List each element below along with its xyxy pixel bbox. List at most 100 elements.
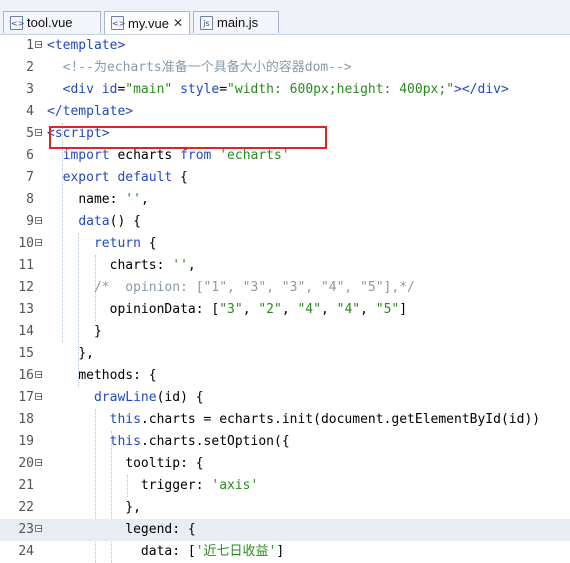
fold-toggle-icon[interactable]: − xyxy=(35,393,43,401)
line-number: 2 xyxy=(26,60,34,75)
code-line[interactable]: 17− drawLine(id) { xyxy=(0,387,570,409)
code-token: "3" xyxy=(219,302,243,317)
line-number: 5 xyxy=(26,126,34,141)
tab-label: my.vue xyxy=(128,15,169,31)
code-token: name: xyxy=(78,192,126,207)
code-token: data xyxy=(78,214,110,229)
line-number: 9 xyxy=(26,214,34,229)
code-text: charts: '', xyxy=(47,255,196,277)
code-text: } xyxy=(47,321,102,343)
code-token: { xyxy=(172,170,188,185)
line-number: 20 xyxy=(18,456,34,471)
code-token: () { xyxy=(109,214,141,229)
code-line[interactable]: 1− <template> xyxy=(0,35,570,57)
code-line[interactable]: 8 name: '', xyxy=(0,189,570,211)
code-token: "4" xyxy=(336,302,361,317)
code-token: this xyxy=(109,434,141,449)
code-line[interactable]: 24 data: ['近七日收益'] xyxy=(0,541,570,563)
code-line[interactable]: 12 /* opinion: ["1", "3", "3", "4", "5"]… xyxy=(0,277,570,299)
code-line[interactable]: 20− tooltip: { xyxy=(0,453,570,475)
code-line[interactable]: 21 trigger: 'axis' xyxy=(0,475,570,497)
code-editor[interactable]: 1− <template> 2 <!--为echarts准备一个具备大小的容器dom… xyxy=(0,35,570,563)
fold-toggle-icon[interactable]: − xyxy=(35,129,43,137)
fold-toggle-icon[interactable]: − xyxy=(35,217,43,225)
line-number: 23 xyxy=(18,522,34,537)
line-number: 4 xyxy=(26,104,34,119)
code-text: <div id="main" style="width: 600px;heigh… xyxy=(47,79,509,101)
code-text: trigger: 'axis' xyxy=(47,475,258,497)
code-line[interactable]: 7 export default { xyxy=(0,167,570,189)
code-token: <template> xyxy=(47,38,126,53)
code-token: '' xyxy=(172,258,188,273)
code-token: , xyxy=(242,302,259,317)
line-number: 11 xyxy=(18,258,34,273)
fold-toggle-icon[interactable]: − xyxy=(35,525,43,533)
code-token: "width: 600px;height: 400px;" xyxy=(227,82,455,97)
code-line[interactable]: 4 </template> xyxy=(0,101,570,123)
fold-toggle-icon[interactable]: − xyxy=(35,371,43,379)
code-line[interactable]: 23− legend: { xyxy=(0,519,570,541)
code-token: "4" xyxy=(297,302,321,317)
code-token: </template> xyxy=(47,104,134,119)
code-token: id xyxy=(101,82,118,97)
fold-toggle-icon[interactable]: − xyxy=(35,239,43,247)
code-line[interactable]: 15 }, xyxy=(0,343,570,365)
code-line[interactable]: 14 } xyxy=(0,321,570,343)
code-text: export default { xyxy=(47,167,188,189)
code-token: opinionData: [ xyxy=(109,302,220,317)
line-number: 16 xyxy=(18,368,34,383)
line-number: 18 xyxy=(18,412,34,427)
editor-tab-bar: <> tool.vue <> my.vue ✕ js main.js xyxy=(0,0,570,35)
close-icon[interactable]: ✕ xyxy=(173,16,183,30)
line-number: 13 xyxy=(18,302,34,317)
code-line[interactable]: 2 <!--为echarts准备一个具备大小的容器dom--> xyxy=(0,57,570,79)
tab-my-vue[interactable]: <> my.vue ✕ xyxy=(104,11,190,34)
line-number: 1 xyxy=(26,38,34,53)
line-number: 10 xyxy=(18,236,34,251)
code-token: from xyxy=(180,148,212,163)
code-text: }, xyxy=(47,343,94,365)
line-number: 8 xyxy=(26,192,34,207)
code-token: export default xyxy=(62,170,173,185)
line-number: 6 xyxy=(26,148,34,163)
code-line[interactable]: 22 }, xyxy=(0,497,570,519)
tab-tool-vue[interactable]: <> tool.vue xyxy=(3,11,101,33)
code-line[interactable]: 3 <div id="main" style="width: 600px;hei… xyxy=(0,79,570,101)
code-text: </template> xyxy=(47,101,133,123)
code-token: , xyxy=(281,302,298,317)
fold-toggle-icon[interactable]: − xyxy=(35,41,43,49)
code-line[interactable]: 11 charts: '', xyxy=(0,255,570,277)
code-token: .charts.setOption({ xyxy=(140,434,290,449)
code-line[interactable]: 19 this.charts.setOption({ xyxy=(0,431,570,453)
code-line[interactable]: 9− data() { xyxy=(0,211,570,233)
code-token: , xyxy=(360,302,376,317)
fold-toggle-icon[interactable]: − xyxy=(35,459,43,467)
code-token: data: [ xyxy=(140,544,196,559)
highlight-box xyxy=(49,126,327,149)
code-line[interactable]: 13 opinionData: ["3", "2", "4", "4", "5"… xyxy=(0,299,570,321)
line-number: 15 xyxy=(18,346,34,361)
code-token: trigger: xyxy=(140,478,212,493)
code-token: methods: { xyxy=(78,368,157,383)
vue-file-icon: <> xyxy=(111,16,125,30)
code-line[interactable]: 16− methods: { xyxy=(0,365,570,387)
line-number: 3 xyxy=(26,82,34,97)
tab-main-js[interactable]: js main.js xyxy=(193,11,279,33)
js-file-icon: js xyxy=(200,15,213,30)
code-line[interactable]: 10− return { xyxy=(0,233,570,255)
code-text: opinionData: ["3", "2", "4", "4", "5"] xyxy=(47,299,407,321)
code-text: drawLine(id) { xyxy=(47,387,204,409)
code-line[interactable]: 18 this.charts = echarts.init(document.g… xyxy=(0,409,570,431)
